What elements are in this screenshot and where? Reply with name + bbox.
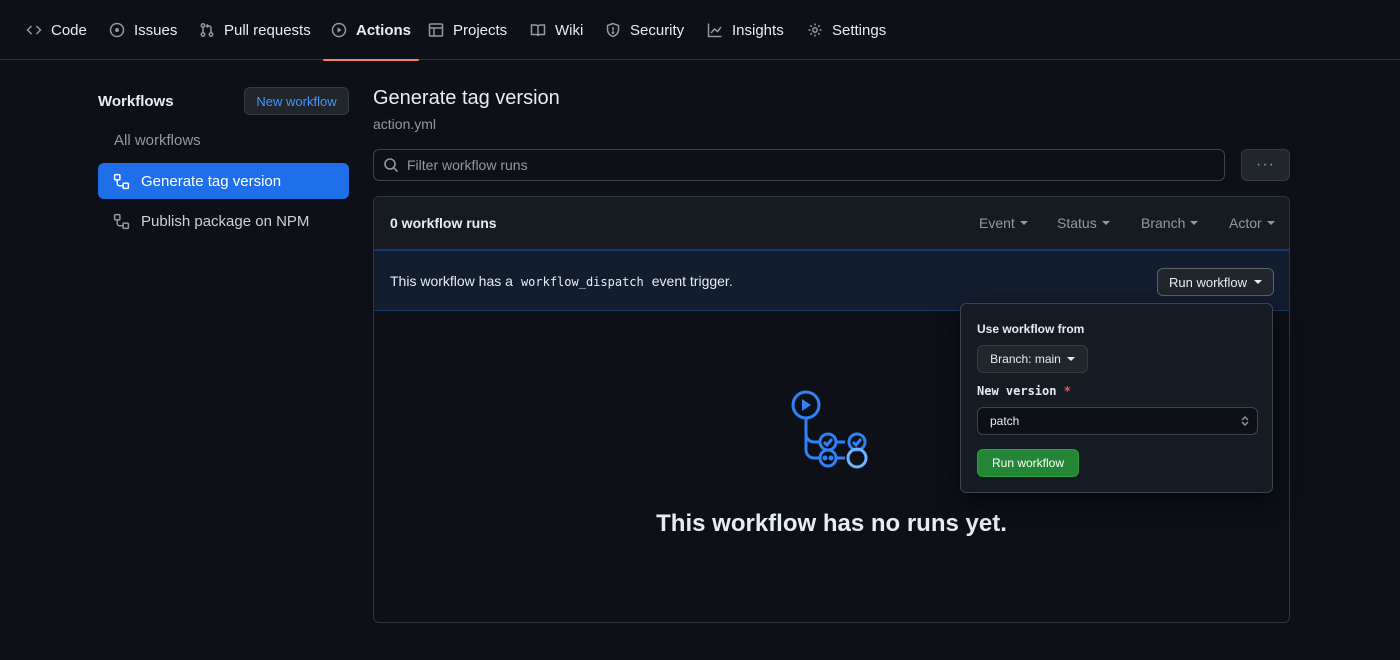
sidebar-item-label: Generate tag version: [141, 172, 282, 190]
run-workflow-dropdown-button[interactable]: Run workflow: [1157, 268, 1274, 296]
required-marker: *: [1063, 384, 1071, 398]
new-workflow-button[interactable]: New workflow: [244, 87, 349, 115]
page-title: Generate tag version: [373, 87, 560, 109]
tab-label: Security: [630, 21, 685, 39]
gear-icon: [808, 23, 822, 37]
dispatch-event-code: workflow_dispatch: [520, 275, 644, 289]
dispatch-text-after: event trigger.: [651, 273, 733, 289]
sidebar-item-generate-tag-version[interactable]: Generate tag version: [98, 163, 349, 199]
tab-label: Projects: [453, 21, 508, 39]
tab-wiki[interactable]: Wiki: [530, 0, 583, 60]
tab-pull-requests[interactable]: Pull requests: [199, 0, 311, 60]
select-arrows-icon: [1241, 416, 1249, 426]
new-version-select[interactable]: patch: [977, 407, 1258, 435]
caret-down-icon: [1066, 357, 1075, 361]
tab-code[interactable]: Code: [26, 0, 87, 60]
caret-down-icon: [1266, 221, 1275, 225]
select-value: patch: [990, 414, 1020, 428]
tab-label: Actions: [356, 21, 412, 39]
tab-label: Pull requests: [224, 21, 311, 39]
sidebar-item-all-workflows[interactable]: All workflows: [114, 132, 201, 149]
tab-insights[interactable]: Insights: [707, 0, 784, 60]
issue-icon: [109, 22, 125, 38]
branch-select-button[interactable]: Branch: main: [977, 345, 1088, 373]
dispatch-message: This workflow has a workflow_dispatch ev…: [390, 273, 733, 289]
status-filter-dropdown[interactable]: Status: [1057, 215, 1110, 231]
runs-header: 0 workflow runs Event Status Branch Acto…: [374, 197, 1289, 250]
workflow-icon: [113, 213, 130, 229]
tab-projects[interactable]: Projects: [428, 0, 507, 60]
empty-state-message: This workflow has no runs yet.: [656, 510, 1007, 537]
tab-issues[interactable]: Issues: [109, 0, 177, 60]
tab-label: Wiki: [555, 21, 584, 39]
caret-down-icon: [1190, 221, 1199, 225]
input-label-text: New version: [977, 384, 1057, 398]
workflow-graph-icon: [791, 390, 868, 469]
caret-down-icon: [1254, 280, 1263, 284]
search-icon: [384, 158, 399, 173]
button-label: Run workflow: [1168, 274, 1248, 290]
sidebar-item-label: Publish package on NPM: [141, 212, 310, 230]
dropdown-label: Actor: [1229, 215, 1262, 231]
tab-actions[interactable]: Actions: [322, 0, 420, 61]
more-options-button[interactable]: ···: [1241, 149, 1290, 181]
tab-label: Insights: [732, 21, 784, 39]
tab-label: Issues: [134, 21, 178, 39]
caret-down-icon: [1019, 221, 1028, 225]
new-version-label: New version *: [977, 384, 1071, 398]
tab-label: Settings: [832, 21, 887, 39]
dispatch-text-before: This workflow has a: [390, 273, 513, 289]
use-workflow-from-label: Use workflow from: [977, 322, 1085, 336]
filter-workflow-runs[interactable]: [373, 149, 1225, 181]
run-workflow-submit-button[interactable]: Run workflow: [977, 449, 1079, 477]
tab-security[interactable]: Security: [605, 0, 684, 60]
table-icon: [428, 23, 444, 37]
workflow-icon: [113, 173, 130, 189]
filter-input[interactable]: [407, 157, 1187, 173]
tab-settings[interactable]: Settings: [807, 0, 886, 60]
dropdown-label: Status: [1057, 215, 1097, 231]
event-filter-dropdown[interactable]: Event: [979, 215, 1028, 231]
caret-down-icon: [1101, 221, 1110, 225]
runs-count: 0 workflow runs: [390, 215, 497, 231]
sidebar-item-publish-package[interactable]: Publish package on NPM: [98, 203, 349, 239]
run-workflow-popover: Use workflow from Branch: main New versi…: [960, 303, 1273, 493]
play-icon: [331, 22, 347, 38]
book-icon: [530, 24, 546, 37]
button-label: Branch: main: [990, 352, 1061, 366]
sidebar-title: Workflows: [98, 93, 174, 110]
workflow-file-link[interactable]: action.yml: [373, 116, 436, 132]
actor-filter-dropdown[interactable]: Actor: [1229, 215, 1275, 231]
branch-filter-dropdown[interactable]: Branch: [1141, 215, 1199, 231]
dispatch-banner: This workflow has a workflow_dispatch ev…: [374, 250, 1289, 311]
shield-icon: [606, 22, 620, 38]
repo-nav: Code Issues Pull requests Actions Projec…: [0, 0, 1400, 61]
pull-request-icon: [200, 23, 214, 37]
tab-label: Code: [51, 21, 87, 39]
graph-icon: [707, 23, 722, 38]
code-icon: [26, 25, 42, 35]
dropdown-label: Branch: [1141, 215, 1186, 231]
dropdown-label: Event: [979, 215, 1015, 231]
